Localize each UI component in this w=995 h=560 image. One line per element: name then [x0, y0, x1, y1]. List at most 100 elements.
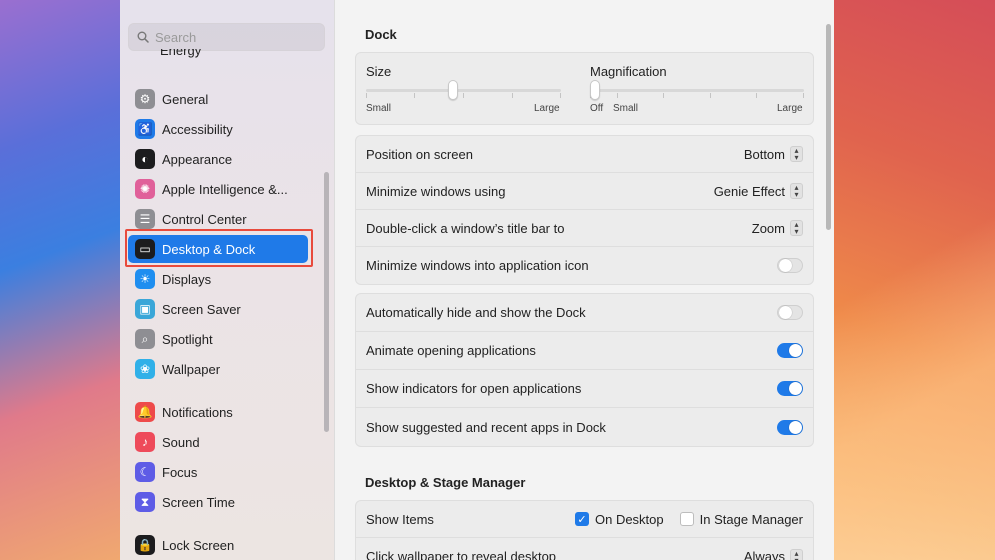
sidebar-item-general[interactable]: ⚙ General — [128, 85, 308, 113]
sidebar-item-label: General — [162, 91, 209, 107]
on-desktop-checkbox[interactable]: ✓ — [574, 512, 589, 526]
sidebar-item-apple-intelligence[interactable]: ✺ Apple Intelligence &... — [128, 175, 308, 203]
sidebar-item-label: Screen Saver — [162, 301, 241, 317]
sidebar-scrollbar[interactable] — [324, 172, 329, 432]
minimize-windows-value: Genie Effect — [713, 183, 785, 199]
minimize-into-app-icon-label: Minimize windows into application icon — [366, 258, 589, 273]
dock-section-title: Dock — [365, 27, 397, 42]
sidebar-item-screen-saver[interactable]: ▣ Screen Saver — [128, 295, 308, 323]
size-label: Size — [366, 64, 392, 79]
position-on-screen-row: Position on screen Bottom ▴ ▾ — [356, 136, 813, 173]
system-settings-window: Energy ⚙ General ♿ Accessibility ◐ Appearance… — [120, 0, 834, 560]
show-items-label: Show Items — [366, 511, 434, 527]
updown-chevron-icon: ▴ ▾ — [790, 146, 803, 162]
sidebar-item-label: Control Center — [162, 211, 247, 227]
stage-manager-section-title: Desktop & Stage Manager — [365, 475, 526, 490]
spotlight-icon: ⌕ — [135, 329, 155, 349]
on-desktop-option[interactable]: ✓ On Desktop — [574, 512, 664, 527]
toggle-knob — [779, 306, 792, 319]
sidebar-item-label: Sound — [162, 434, 200, 450]
size-tick — [463, 93, 464, 98]
main-pane: Dock Size Small Large Magnification Off … — [335, 0, 834, 560]
toggle-knob — [789, 420, 802, 434]
sidebar-item-label: Screen Time — [162, 494, 235, 510]
minimize-windows-row: Minimize windows using Genie Effect ▴ ▾ — [356, 173, 813, 210]
in-stage-manager-checkbox[interactable] — [679, 512, 694, 526]
click-wallpaper-popup[interactable]: Always ▴ ▾ — [744, 548, 803, 560]
desktop-dock-icon: ▭ — [135, 239, 155, 259]
sidebar-item-wallpaper[interactable]: ❀ Wallpaper — [128, 355, 308, 383]
main-scrollbar[interactable] — [826, 24, 831, 230]
show-suggested-apps-toggle[interactable] — [777, 419, 803, 435]
size-tick — [366, 93, 367, 98]
sidebar-item-label: Apple Intelligence &... — [162, 181, 288, 197]
desktop-wallpaper-left — [0, 0, 120, 560]
sidebar-item-screen-time[interactable]: ⧗ Screen Time — [128, 488, 308, 516]
magnification-min-label: Small — [613, 103, 639, 114]
sidebar-item-control-center[interactable]: ☰ Control Center — [128, 205, 308, 233]
stage-manager-card: Show Items ✓ On Desktop In Stage Manager… — [355, 500, 814, 560]
control-center-icon: ☰ — [135, 209, 155, 229]
sidebar-item-sound[interactable]: ♪ Sound — [128, 428, 308, 456]
apple-intelligence-icon: ✺ — [135, 179, 155, 199]
magnification-slider-track[interactable] — [590, 89, 804, 92]
minimize-into-app-icon-toggle[interactable] — [777, 258, 803, 273]
sidebar-item-notifications[interactable]: 🔔 Notifications — [128, 398, 308, 426]
sidebar-item-accessibility[interactable]: ♿ Accessibility — [128, 115, 308, 143]
size-tick — [512, 93, 513, 98]
auto-hide-dock-toggle[interactable] — [777, 305, 803, 320]
displays-icon: ☀ — [135, 269, 155, 289]
sidebar-item-label: Notifications — [162, 404, 233, 420]
toggle-knob — [789, 382, 802, 395]
sound-icon: ♪ — [135, 432, 155, 452]
size-slider-thumb[interactable] — [447, 80, 458, 100]
sidebar-item-label: Appearance — [162, 151, 233, 167]
search-field[interactable] — [128, 23, 325, 51]
desktop-wallpaper-right — [834, 0, 995, 560]
sidebar-item-label: Wallpaper — [162, 361, 221, 377]
magnification-tick — [617, 93, 618, 98]
screen-saver-icon: ▣ — [135, 299, 155, 319]
animate-opening-toggle[interactable] — [777, 343, 803, 358]
sidebar-item-label: Spotlight — [162, 331, 213, 347]
minimize-windows-popup[interactable]: Genie Effect ▴ ▾ — [714, 183, 803, 199]
sidebar-item-desktop-dock[interactable]: ▭ Desktop & Dock — [128, 235, 308, 263]
sidebar-item-spotlight[interactable]: ⌕ Spotlight — [128, 325, 308, 353]
magnification-tick — [663, 93, 664, 98]
sidebar-item-label: Accessibility — [162, 121, 233, 137]
sidebar-item-displays[interactable]: ☀ Displays — [128, 265, 308, 293]
double-click-title-bar-popup[interactable]: Zoom ▴ ▾ — [752, 220, 803, 236]
size-tick — [560, 93, 561, 98]
dock-behavior-card: Position on screen Bottom ▴ ▾ Minimize wi… — [355, 135, 814, 285]
auto-hide-dock-row: Automatically hide and show the Dock — [356, 294, 813, 332]
show-indicators-row: Show indicators for open applications — [356, 370, 813, 408]
appearance-icon: ◐ — [135, 149, 155, 169]
sidebar-item-lock-screen[interactable]: 🔒 Lock Screen — [128, 531, 308, 559]
show-items-row: Show Items ✓ On Desktop In Stage Manager — [356, 501, 813, 538]
click-wallpaper-row: Click wallpaper to reveal desktop Always… — [356, 538, 813, 560]
animate-opening-label: Animate opening applications — [366, 343, 536, 358]
magnification-slider-thumb[interactable] — [590, 80, 600, 100]
wallpaper-icon: ❀ — [135, 359, 155, 379]
updown-chevron-icon: ▴ ▾ — [790, 220, 803, 236]
show-indicators-toggle[interactable] — [777, 381, 803, 396]
sidebar-item-energy[interactable]: Energy — [160, 49, 201, 61]
position-on-screen-popup[interactable]: Bottom ▴ ▾ — [744, 146, 803, 162]
show-indicators-label: Show indicators for open applications — [366, 381, 582, 396]
notifications-icon: 🔔 — [135, 402, 155, 422]
animate-opening-row: Animate opening applications — [356, 332, 813, 370]
magnification-off-label: Off — [590, 103, 604, 114]
magnification-tick — [803, 93, 804, 98]
focus-icon: ☾ — [135, 462, 155, 482]
sidebar-item-focus[interactable]: ☾ Focus — [128, 458, 308, 486]
toggle-knob — [779, 259, 792, 272]
updown-chevron-icon: ▴ ▾ — [790, 548, 803, 560]
size-tick — [414, 93, 415, 98]
lock-icon: 🔒 — [135, 535, 155, 555]
in-stage-manager-option[interactable]: In Stage Manager — [679, 512, 803, 527]
size-slider-track[interactable] — [366, 89, 561, 92]
search-input[interactable] — [155, 29, 315, 45]
sidebar-item-label: Desktop & Dock — [162, 241, 256, 257]
sidebar-item-appearance[interactable]: ◐ Appearance — [128, 145, 308, 173]
sidebar-item-label: Focus — [162, 464, 198, 480]
